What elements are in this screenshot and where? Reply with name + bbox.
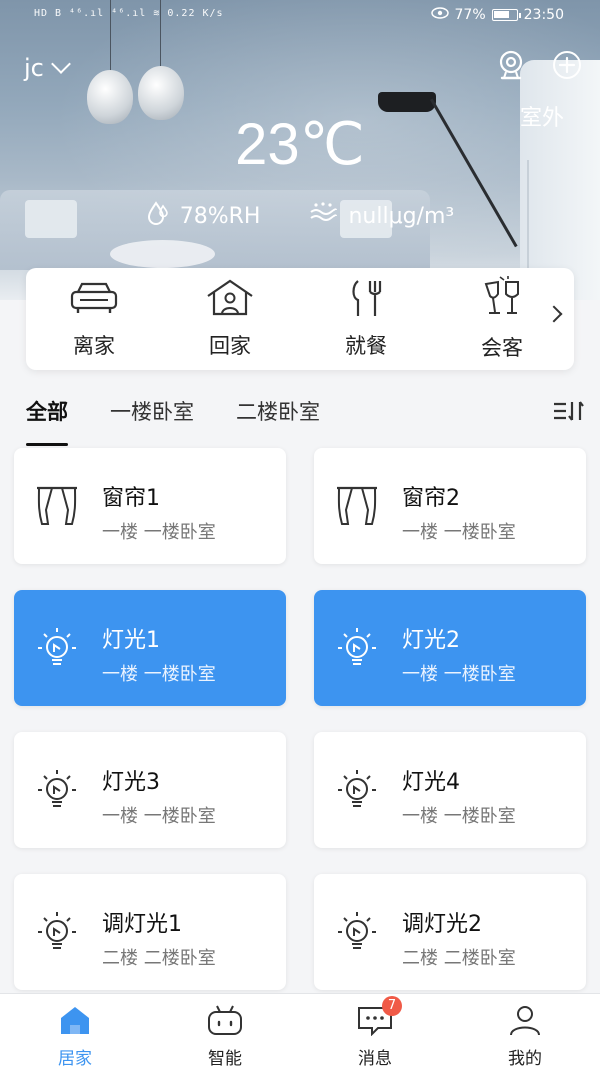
air-quality-item: nullμg/m³ <box>308 200 454 232</box>
light-bulb-icon <box>34 768 80 816</box>
device-room: 一楼 一楼卧室 <box>402 806 516 827</box>
camera-button[interactable] <box>494 50 528 84</box>
nav-label: 智能 <box>208 1049 242 1067</box>
device-card[interactable]: 灯光3 一楼 一楼卧室 <box>14 732 286 848</box>
status-signal-text: HD B ⁴⁶.ıl ⁴⁶.ıl ≋ 0.22 K/s <box>34 8 224 19</box>
battery-percent: 77% <box>454 7 486 23</box>
clock: 23:50 <box>523 7 564 23</box>
curtain-icon <box>34 484 80 532</box>
device-card[interactable]: 窗帘1 一楼 一楼卧室 <box>14 448 286 564</box>
device-name: 灯光2 <box>402 628 460 653</box>
home-selector[interactable]: jc <box>24 54 71 82</box>
scene-label: 就餐 <box>345 334 387 358</box>
humidity-item: 78%RH <box>146 200 261 232</box>
light-bulb-icon <box>334 626 380 674</box>
device-name: 灯光3 <box>102 770 160 795</box>
floor-lamp <box>378 92 436 112</box>
device-room: 一楼 一楼卧室 <box>102 664 216 685</box>
cutlery-icon <box>340 278 392 322</box>
unread-badge: 7 <box>382 996 402 1016</box>
nav-messages[interactable]: 7 消息 <box>300 994 450 1067</box>
device-card[interactable]: 灯光4 一楼 一楼卧室 <box>314 732 586 848</box>
light-bulb-icon <box>34 910 80 958</box>
scene-away[interactable]: 离家 <box>26 278 162 360</box>
device-card[interactable]: 调灯光1 二楼 二楼卧室 <box>14 874 286 990</box>
humidity-value: 78%RH <box>179 203 261 229</box>
environment-row: 78%RH nullμg/m³ <box>0 200 600 232</box>
temperature-reading: 23℃ <box>235 112 365 177</box>
device-room: 一楼 一楼卧室 <box>402 522 516 543</box>
top-actions <box>494 50 584 84</box>
scene-dining[interactable]: 就餐 <box>298 278 434 360</box>
device-name: 灯光4 <box>402 770 460 795</box>
device-name: 灯光1 <box>102 628 160 653</box>
device-card[interactable]: 灯光2 一楼 一楼卧室 <box>314 590 586 706</box>
robot-icon <box>206 1004 244 1040</box>
scene-label: 会客 <box>481 336 523 360</box>
eye-icon <box>430 7 449 23</box>
camera-icon <box>495 49 527 85</box>
light-bulb-icon <box>334 910 380 958</box>
wine-glasses-icon <box>476 276 528 324</box>
device-card[interactable]: 灯光1 一楼 一楼卧室 <box>14 590 286 706</box>
tab-first-floor-bedroom[interactable]: 一楼卧室 <box>110 396 194 436</box>
device-room: 一楼 一楼卧室 <box>402 664 516 685</box>
scene-home[interactable]: 回家 <box>162 278 298 360</box>
air-wave-icon <box>308 200 338 232</box>
chevron-down-icon <box>50 54 71 74</box>
nav-profile[interactable]: 我的 <box>450 994 600 1067</box>
home-person-icon <box>204 278 256 322</box>
droplet-icon <box>146 200 170 232</box>
nav-label: 我的 <box>508 1049 542 1067</box>
coffee-table <box>110 240 215 268</box>
room-tabs: 全部 一楼卧室 二楼卧室 <box>26 396 586 446</box>
device-name: 窗帘1 <box>102 486 160 511</box>
device-name: 窗帘2 <box>402 486 460 511</box>
curtain-icon <box>334 484 380 532</box>
status-bar: HD B ⁴⁶.ıl ⁴⁶.ıl ≋ 0.22 K/s 77% 23:50 <box>0 0 600 32</box>
light-bulb-icon <box>34 626 80 674</box>
air-quality-value: nullμg/m³ <box>348 203 455 229</box>
scene-label: 离家 <box>73 334 115 358</box>
bottom-navigation: 居家 智能 7 消息 我的 <box>0 993 600 1067</box>
status-right: 77% 23:50 <box>430 7 564 23</box>
car-icon <box>68 278 120 322</box>
nav-smart[interactable]: 智能 <box>150 994 300 1067</box>
device-name: 调灯光2 <box>402 912 482 937</box>
device-room: 二楼 二楼卧室 <box>102 948 216 969</box>
home-name: jc <box>24 54 44 82</box>
add-button[interactable] <box>550 50 584 84</box>
nav-label: 居家 <box>58 1049 92 1067</box>
device-room: 二楼 二楼卧室 <box>402 948 516 969</box>
device-room: 一楼 一楼卧室 <box>102 806 216 827</box>
air-conditioner <box>520 60 600 300</box>
device-grid: 窗帘1 一楼 一楼卧室 窗帘2 一楼 一楼卧室 灯光1 一楼 一楼卧室 灯光2 一楼 一楼卧室… <box>14 448 586 990</box>
device-card[interactable]: 调灯光2 二楼 二楼卧室 <box>314 874 586 990</box>
device-name: 调灯光1 <box>102 912 182 937</box>
device-room: 一楼 一楼卧室 <box>102 522 216 543</box>
scene-label: 回家 <box>209 334 251 358</box>
nav-home[interactable]: 居家 <box>0 994 150 1067</box>
nav-label: 消息 <box>358 1049 392 1067</box>
plus-circle-icon <box>551 49 583 85</box>
tab-all[interactable]: 全部 <box>26 396 68 446</box>
home-icon <box>58 1004 92 1040</box>
filter-icon <box>552 401 586 428</box>
scene-bar: 离家 回家 就餐 会客 <box>26 268 574 370</box>
battery-level <box>493 11 509 18</box>
device-card[interactable]: 窗帘2 一楼 一楼卧室 <box>314 448 586 564</box>
light-bulb-icon <box>334 768 380 816</box>
battery-icon <box>491 9 521 21</box>
user-icon <box>506 1004 544 1040</box>
tab-second-floor-bedroom[interactable]: 二楼卧室 <box>236 396 320 436</box>
sort-filter-button[interactable] <box>552 398 586 428</box>
